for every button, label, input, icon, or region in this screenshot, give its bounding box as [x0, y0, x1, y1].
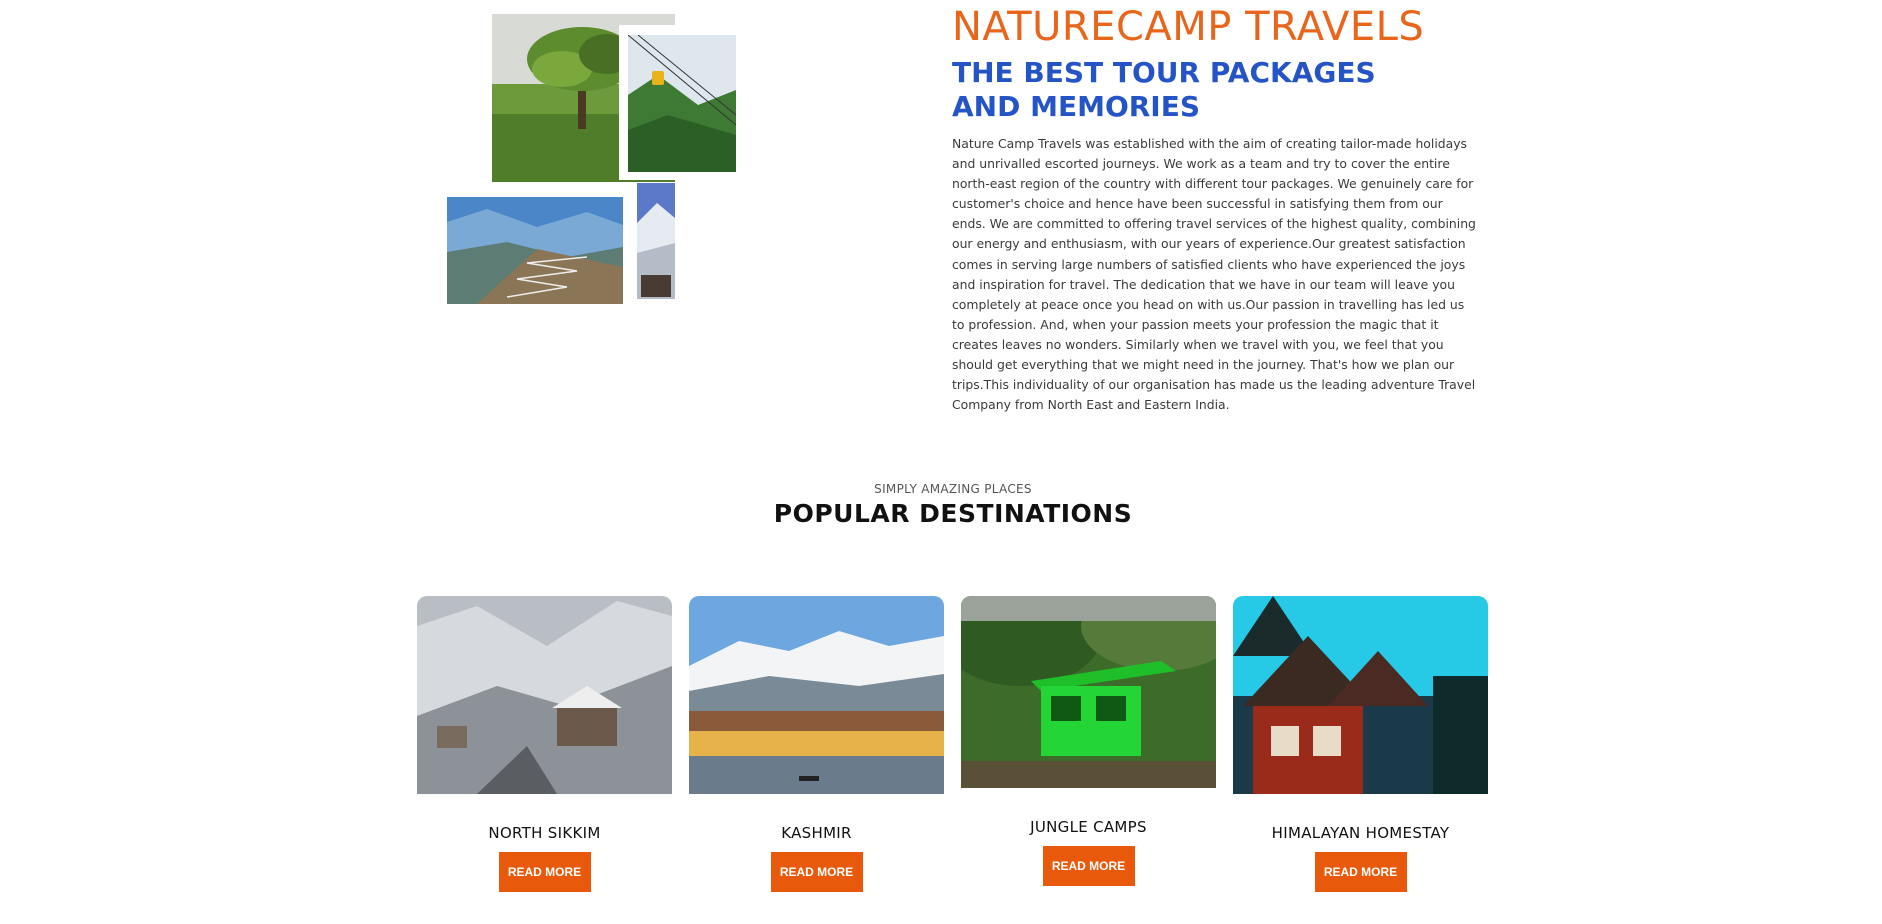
cable-car-photo [628, 35, 736, 172]
himalayan-homestay-photo[interactable] [1233, 596, 1488, 794]
destination-card-himalayan-homestay: HIMALAYAN HOMESTAY READ MORE [1233, 596, 1488, 892]
read-more-button[interactable]: READ MORE [770, 852, 863, 892]
tagline: THE BEST TOUR PACKAGES AND MEMORIES [952, 56, 1376, 123]
about-description: Nature Camp Travels was established with… [952, 136, 1476, 413]
jungle-camps-photo[interactable] [961, 596, 1216, 788]
section-heading: POPULAR DESTINATIONS [773, 499, 1133, 528]
north-sikkim-photo[interactable] [417, 596, 672, 794]
destination-card-north-sikkim: NORTH SIKKIM READ MORE [417, 596, 672, 892]
read-more-button[interactable]: READ MORE [1042, 846, 1135, 886]
card-title: NORTH SIKKIM [488, 824, 601, 842]
card-title: KASHMIR [781, 824, 852, 842]
destination-card-jungle-camps: JUNGLE CAMPS READ MORE [961, 596, 1216, 886]
destination-card-kashmir: KASHMIR READ MORE [689, 596, 944, 892]
about-section: NATURECAMP TRAVELS THE BEST TOUR PACKAGE… [952, 4, 1477, 415]
about-photo-collage [0, 0, 900, 420]
read-more-button[interactable]: READ MORE [1314, 852, 1407, 892]
snowy-hut-photo [637, 183, 675, 299]
zigzag-road-photo [447, 197, 623, 304]
card-title: JUNGLE CAMPS [1030, 818, 1147, 836]
card-title: HIMALAYAN HOMESTAY [1271, 824, 1450, 842]
kashmir-photo[interactable] [689, 596, 944, 794]
read-more-button[interactable]: READ MORE [498, 852, 591, 892]
section-kicker: SIMPLY AMAZING PLACES [874, 482, 1032, 496]
destination-cards: NORTH SIKKIM READ MORE KASHMIR READ MORE [417, 596, 1490, 896]
brand-title: NATURECAMP TRAVELS [952, 4, 1425, 50]
